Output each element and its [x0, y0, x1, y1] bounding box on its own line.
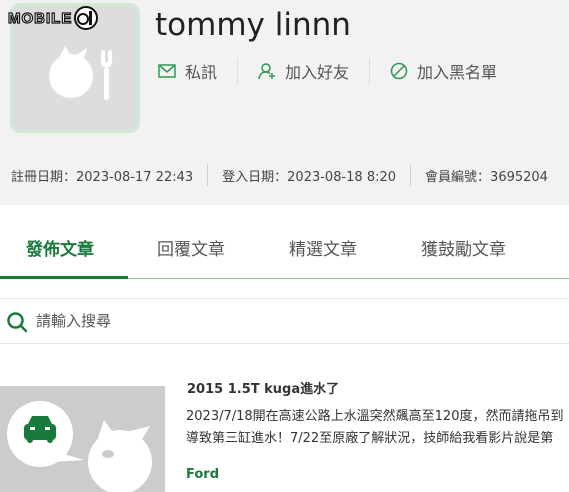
- divider: [207, 164, 209, 186]
- post-excerpt: 2023/7/18開在高速公路上水溫突然飆高至120度，然而請拖吊到 導致第三缸…: [186, 406, 569, 450]
- post-item[interactable]: 2015 1.5T kuga進水了 2023/7/18開在高速公路上水溫突然飆高…: [0, 382, 569, 492]
- add-friend-button[interactable]: 加入好友: [258, 59, 349, 83]
- divider: [410, 164, 412, 186]
- car-category-icon: [7, 401, 152, 492]
- profile-header: MOBILE tommy linnn 私訊 加入好友 加入黑名單 註冊日期：20…: [0, 0, 569, 205]
- post-excerpt-line: 2023/7/18開在高速公路上水溫突然飆高至120度，然而請拖吊到: [186, 409, 564, 424]
- profile-meta: 註冊日期：2023-08-17 22:43 登入日期：2023-08-18 8:…: [11, 164, 548, 186]
- default-avatar-icon: [49, 46, 113, 100]
- active-tab-indicator: [0, 276, 128, 279]
- block-label: 加入黑名單: [417, 63, 498, 82]
- add-friend-icon: [258, 63, 276, 80]
- login-date: 登入日期：2023-08-18 8:20: [222, 169, 397, 185]
- tab-featured[interactable]: 精選文章: [289, 235, 357, 260]
- tab-encouraged[interactable]: 獲鼓勵文章: [421, 235, 506, 260]
- divider: [237, 58, 239, 84]
- divider: [369, 58, 371, 84]
- post-excerpt-line: 導致第三缸進水！7/22至原廠了解狀況，技師給我看影片說是第: [186, 431, 554, 446]
- post-category-tag[interactable]: Ford: [186, 467, 219, 482]
- profile-actions: 私訊 加入好友 加入黑名單: [158, 56, 497, 86]
- search-bar: [0, 298, 569, 344]
- block-icon: [390, 62, 408, 80]
- mobile01-logo[interactable]: MOBILE: [7, 6, 99, 30]
- message-button[interactable]: 私訊: [158, 59, 217, 83]
- post-thumbnail[interactable]: [0, 386, 165, 492]
- register-date: 註冊日期：2023-08-17 22:43: [11, 169, 194, 185]
- tab-published-posts[interactable]: 發佈文章: [26, 235, 94, 260]
- tab-replies[interactable]: 回覆文章: [157, 235, 225, 260]
- profile-username: tommy linnn: [155, 7, 351, 43]
- post-title[interactable]: 2015 1.5T kuga進水了: [187, 378, 339, 397]
- search-icon[interactable]: [6, 311, 28, 333]
- logo-text: MOBILE: [7, 9, 73, 27]
- logo-01-mark: [74, 6, 99, 30]
- search-input[interactable]: [36, 307, 556, 335]
- block-button[interactable]: 加入黑名單: [390, 59, 497, 83]
- member-id: 會員編號：3695204: [425, 169, 548, 185]
- message-label: 私訊: [185, 63, 218, 82]
- add-friend-label: 加入好友: [285, 63, 350, 82]
- mail-icon: [158, 64, 176, 78]
- tab-bar: 發佈文章 回覆文章 精選文章 獲鼓勵文章: [0, 223, 569, 279]
